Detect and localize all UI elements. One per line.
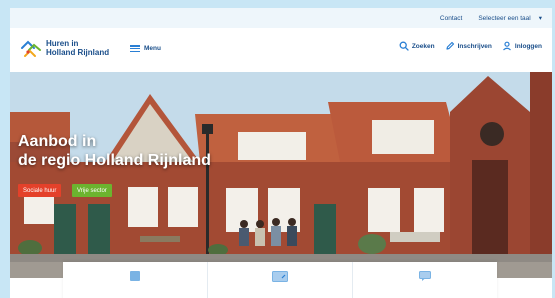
site-header: Huren in Holland Rijnland Menu Zoeken In… [10,28,552,72]
feature-card [63,262,497,298]
search-button[interactable]: Zoeken [399,41,435,51]
logo-text: Huren in Holland Rijnland [46,39,109,57]
feature-cell-1[interactable] [63,262,208,298]
utility-bar: Contact Selecteer een taal ▾ [10,8,552,28]
search-label: Zoeken [411,42,435,50]
contact-link[interactable]: Contact [440,15,462,22]
social-rent-tag[interactable]: Sociale huur [18,184,62,197]
register-label: Inschrijven [457,42,492,50]
hero-title: Aanbod in de regio Holland Rijnland [18,132,211,170]
logo-line-2: Holland Rijnland [46,48,110,57]
menu-label: Menu [144,45,161,52]
header-actions: Zoeken Inschrijven Inloggen [399,41,542,51]
feature-cell-3[interactable] [353,262,497,298]
hamburger-icon [130,45,140,52]
hero-title-line-2: de regio Holland Rijnland [18,152,211,169]
houses-logo-icon [21,40,41,57]
hero-houses-photo [10,72,552,278]
hero-title-line-1: Aanbod in [18,133,97,150]
user-icon [502,41,511,51]
free-sector-tag[interactable]: Vrije sector [72,184,112,197]
keyboard-icon [272,271,288,282]
register-button[interactable]: Inschrijven [445,41,492,51]
menu-button[interactable]: Menu [130,45,161,52]
browser-frame: Contact Selecteer een taal ▾ Huren in Ho… [10,8,552,298]
hero-banner: Aanbod in de regio Holland Rijnland Soci… [10,72,552,278]
feature-cell-2[interactable] [208,262,353,298]
login-label: Inloggen [514,42,542,50]
login-button[interactable]: Inloggen [502,41,542,51]
site-logo[interactable]: Huren in Holland Rijnland [20,38,109,58]
logo-line-1: Huren in [46,39,79,48]
search-icon [399,41,409,51]
question-icon [130,271,140,281]
language-select[interactable]: Selecteer een taal ▾ [478,14,542,23]
chat-icon [419,271,431,281]
language-select-label: Selecteer een taal [478,14,531,22]
chevron-down-icon: ▾ [538,15,542,22]
pencil-icon [445,41,454,50]
